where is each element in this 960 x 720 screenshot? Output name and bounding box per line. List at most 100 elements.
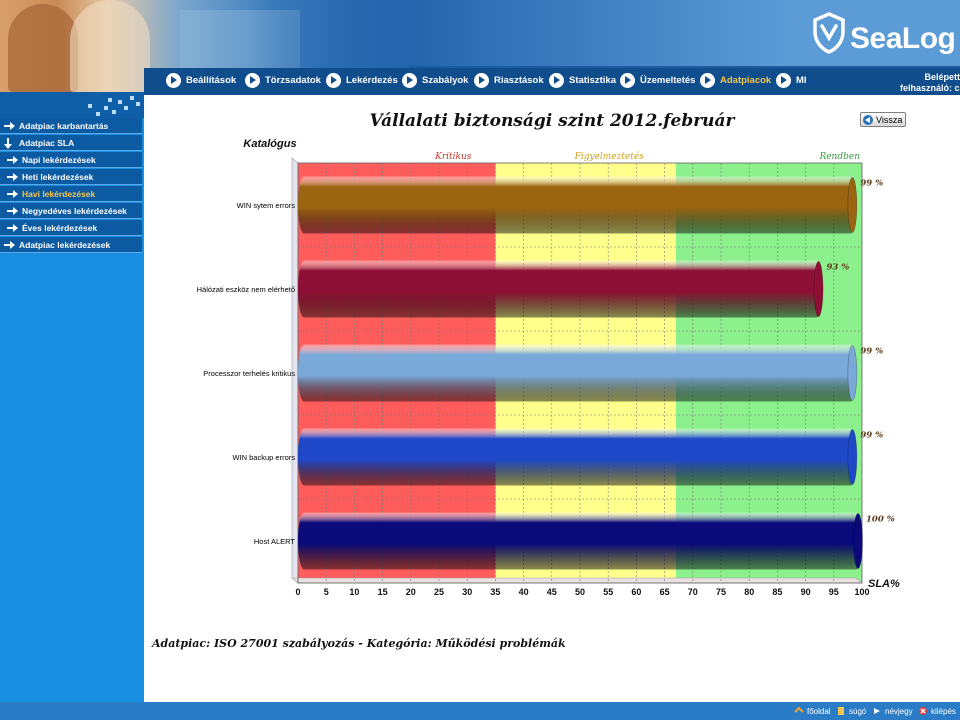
arrow-circle-icon (549, 72, 564, 88)
bottom-bar: főoldal súgó névjegy kilépés (0, 702, 960, 720)
x-tick-label: 45 (547, 587, 557, 597)
main-content: Vállalati biztonsági szint 2012.február … (144, 92, 960, 702)
arrow-circle-icon (474, 72, 489, 88)
nav-item-riasztasok[interactable]: Riasztások (474, 72, 544, 88)
sidebar-item-heti[interactable]: Heti lekérdezések (0, 169, 142, 185)
sidebar-item-napi[interactable]: Napi lekérdezések (0, 152, 142, 168)
arrow-circle-icon (166, 72, 181, 88)
bar-2 (298, 260, 823, 318)
zone-label-1: Kritikus (434, 152, 472, 162)
x-tick-label: 25 (434, 587, 444, 597)
arrow-right-icon (3, 238, 17, 252)
x-tick-label: 65 (660, 587, 670, 597)
login-info: Belépett felhasználó: csizmar (900, 72, 960, 94)
y-axis-title: Katalógus (243, 138, 296, 150)
arrow-right-icon (6, 204, 20, 218)
bar-value-label-1: 99 % (860, 178, 883, 188)
arrow-circle-icon (776, 72, 791, 88)
chart-frame: Vállalati biztonsági szint 2012.február … (146, 99, 960, 699)
bar-value-label-2: 93 % (827, 262, 850, 272)
arrow-right-icon (6, 170, 20, 184)
chart-floor (291, 577, 863, 584)
login-status: Belépett (924, 72, 960, 82)
nav-item-statisztika[interactable]: Statisztika (549, 72, 616, 88)
arrow-right-icon (6, 221, 20, 235)
logo-text: SeaLog (850, 22, 956, 55)
x-tick-label: 15 (378, 587, 388, 597)
x-tick-label: 55 (603, 587, 613, 597)
x-tick-label: 50 (575, 587, 585, 597)
bar-cap-5 (853, 513, 863, 569)
header-gradient (410, 0, 790, 66)
category-label-2: Hálózati eszköz nem elérhető (197, 285, 295, 294)
logout-icon (919, 707, 927, 715)
category-label-3: Processzor terhelés kritikus (203, 369, 295, 378)
arrow-circle-icon (402, 72, 417, 88)
x-tick-label: 30 (462, 587, 472, 597)
sidebar-item-adatpiac-karbantartas[interactable]: Adatpiac karbantartás (0, 118, 142, 134)
category-label-4: WIN backup errors (232, 453, 295, 462)
sidebar-item-adatpiac-lekerdezesek[interactable]: Adatpiac lekérdezések (0, 237, 142, 253)
x-tick-label: 20 (406, 587, 416, 597)
arrow-right-icon (6, 153, 20, 167)
category-label-5: Host ALERT (254, 537, 296, 546)
x-tick-label: 75 (716, 587, 726, 597)
top-nav: Beállítások Törzsadatok Lekérdezés Szabá… (144, 68, 960, 94)
arrow-down-icon (3, 136, 17, 150)
sidebar: Adatpiac karbantartás Adatpiac SLA Napi … (0, 92, 144, 702)
zone-label-3: Rendben (818, 152, 860, 162)
bar-value-label-3: 99 % (860, 346, 883, 356)
footer-caption: Adatpiac: ISO 27001 szabályozás - Kategó… (152, 637, 566, 650)
arrow-circle-icon (326, 72, 341, 88)
x-tick-label: 60 (631, 587, 641, 597)
help-icon (838, 707, 844, 715)
logout-link[interactable]: kilépés (918, 705, 956, 717)
x-tick-label: 5 (324, 587, 329, 597)
home-arrow-icon (794, 706, 804, 713)
about-icon (874, 708, 880, 714)
nav-item-szabalyok[interactable]: Szabályok (402, 72, 468, 88)
x-axis-title: SLA% (868, 578, 900, 590)
nav-item-uzemeltetes[interactable]: Üzemeltetés (620, 72, 695, 88)
arrow-circle-icon (620, 72, 635, 88)
sealog-logo[interactable]: SeaLog (812, 10, 956, 56)
x-tick-label: 95 (829, 587, 839, 597)
bar-value-label-5: 100 % (866, 514, 895, 524)
x-tick-label: 40 (519, 587, 529, 597)
arrow-right-icon (6, 187, 20, 201)
bar-4 (298, 428, 857, 486)
zone-label-2: Figyelmeztetés (574, 151, 645, 162)
sidebar-item-havi[interactable]: Havi lekérdezések (0, 186, 142, 202)
bar-5 (298, 512, 862, 570)
arrow-circle-icon (700, 72, 715, 88)
sidebar-item-negyedeves[interactable]: Negyedéves lekérdezések (0, 203, 142, 219)
bar-cap-3 (847, 345, 858, 401)
arrow-circle-icon (245, 72, 260, 88)
x-tick-label: 80 (744, 587, 754, 597)
x-tick-label: 10 (349, 587, 359, 597)
bar-cap-4 (847, 429, 858, 485)
sidebar-pixel-decoration (0, 92, 144, 118)
arrow-right-icon (3, 119, 17, 133)
x-tick-label: 90 (801, 587, 811, 597)
home-link[interactable]: főoldal (794, 705, 831, 717)
nav-item-lekerdezes[interactable]: Lekérdezés (326, 72, 398, 88)
bar-1 (298, 176, 857, 234)
sla-bar-chart: Kritikus Figyelmeztetés Rendben 99 % WIN syt… (197, 138, 900, 597)
bar-3 (298, 344, 857, 402)
bar-cap-1 (847, 177, 858, 233)
x-tick-label: 70 (688, 587, 698, 597)
bar-cap-2 (813, 261, 824, 317)
x-tick-label: 35 (490, 587, 500, 597)
x-tick-label: 85 (772, 587, 782, 597)
sidebar-item-eves[interactable]: Éves lekérdezések (0, 220, 142, 236)
about-link[interactable]: névjegy (872, 705, 913, 717)
nav-item-mi[interactable]: MI (776, 72, 807, 88)
help-link[interactable]: súgó (836, 705, 866, 717)
nav-item-beallitasok[interactable]: Beállítások (166, 72, 236, 88)
bar-value-label-4: 99 % (860, 430, 883, 440)
category-label-1: WIN sytem errors (237, 201, 296, 210)
nav-item-adatpiacok[interactable]: Adatpiacok (700, 72, 771, 88)
sidebar-item-adatpiac-sla[interactable]: Adatpiac SLA (0, 135, 142, 151)
nav-item-torzsadatok[interactable]: Törzsadatok (245, 72, 321, 88)
